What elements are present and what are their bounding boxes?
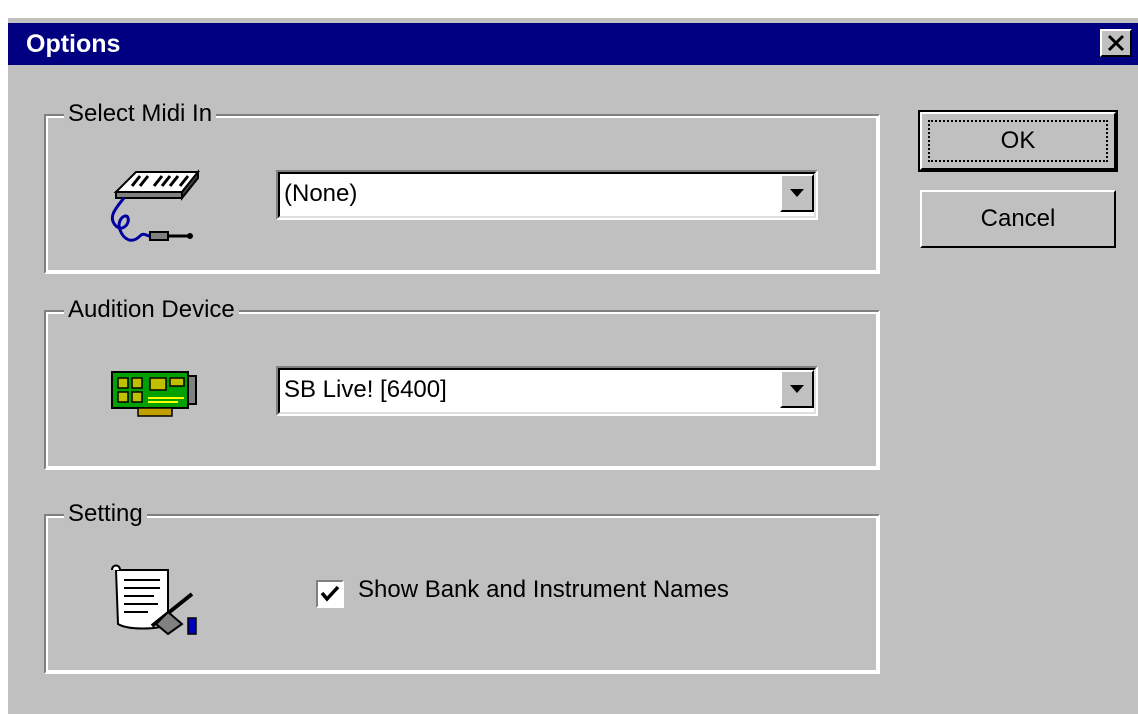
group-legend-setting: Setting (64, 500, 147, 528)
group-audition-device: Audition Device SB Live! [6400] (44, 296, 880, 470)
midi-in-dropdown-arrow[interactable] (780, 174, 814, 212)
checkmark-icon (320, 585, 340, 602)
cancel-button[interactable]: Cancel (920, 190, 1116, 248)
close-button[interactable] (1100, 29, 1132, 57)
midi-in-dropdown[interactable]: (None) (276, 170, 818, 220)
midi-keyboard-icon (110, 169, 201, 242)
sound-card-icon (111, 371, 197, 417)
group-legend-audition: Audition Device (64, 296, 239, 324)
group-legend-midi-in: Select Midi In (64, 100, 217, 128)
group-select-midi-in: Select Midi In (None) (44, 100, 880, 274)
close-icon (1107, 34, 1125, 52)
ok-button[interactable]: OK (918, 110, 1118, 172)
show-names-checkbox[interactable] (316, 580, 344, 608)
show-names-label[interactable]: Show Bank and Instrument Names (358, 576, 729, 604)
title-bar: Options (8, 23, 1138, 65)
window-title: Options (26, 30, 121, 58)
cancel-button-label: Cancel (980, 205, 1056, 232)
audition-device-selected: SB Live! [6400] (284, 376, 447, 403)
document-pen-icon (111, 564, 197, 636)
audition-device-dropdown-arrow[interactable] (780, 370, 814, 408)
audition-device-dropdown[interactable]: SB Live! [6400] (276, 366, 818, 416)
midi-in-selected: (None) (284, 180, 358, 207)
triangle-down-icon (790, 385, 804, 393)
triangle-down-icon (790, 189, 804, 197)
group-setting: Setting Show Bank and Instrument Names (44, 500, 880, 674)
